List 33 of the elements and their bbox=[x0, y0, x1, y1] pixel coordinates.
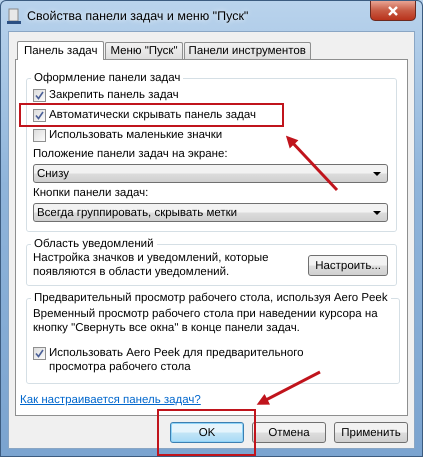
checkbox[interactable] bbox=[33, 89, 46, 102]
tab[interactable]: Панели инструментов bbox=[184, 42, 311, 59]
checkbox-label: Закрепить панель задач bbox=[49, 88, 179, 102]
checkbox[interactable] bbox=[33, 347, 46, 360]
description-text: Временный просмотр рабочего стола при наведении курсора на кнопку "Свернуть все окна" в конце панели задач. bbox=[33, 307, 379, 335]
checkbox-label: Использовать Aero Peek для предварительного просмотра рабочего стола bbox=[49, 346, 305, 374]
checkbox[interactable] bbox=[33, 129, 46, 142]
dialog-button[interactable]: Отмена bbox=[252, 422, 326, 443]
checkbox-label: Использовать маленькие значки bbox=[49, 128, 222, 142]
annotation-arrow bbox=[256, 370, 321, 405]
group-title: Оформление панели задач bbox=[33, 71, 182, 85]
field-label: Кнопки панели задач: bbox=[33, 186, 150, 200]
window-icon bbox=[7, 8, 21, 24]
caret-icon bbox=[373, 172, 381, 176]
annotation-arrow bbox=[286, 136, 338, 192]
close-button[interactable] bbox=[370, 1, 416, 21]
group-title: Область уведомлений bbox=[33, 237, 155, 251]
tab[interactable]: Панель задач bbox=[17, 41, 104, 60]
checkbox-label: Автоматически скрывать панель задач bbox=[49, 108, 256, 122]
window-title: Свойства панели задач и меню "Пуск" bbox=[27, 9, 250, 23]
customize-button[interactable]: Настроить... bbox=[308, 254, 388, 276]
dialog-button[interactable]: OK bbox=[170, 422, 244, 443]
tab[interactable]: Меню "Пуск" bbox=[105, 42, 183, 59]
dialog-button[interactable]: Применить bbox=[334, 422, 408, 443]
description-text: Настройка значков и уведомлений, которые появляются в области уведомлений. bbox=[33, 251, 270, 279]
close-icon bbox=[387, 6, 399, 16]
checkbox[interactable] bbox=[33, 109, 46, 122]
help-link[interactable]: Как настраивается панель задач? bbox=[20, 393, 201, 407]
dropdown[interactable]: Всегда группировать, скрывать метки bbox=[33, 203, 388, 222]
caret-icon bbox=[373, 210, 381, 214]
group-title: Предварительный просмотр рабочего стола, используя Aero Peek bbox=[33, 291, 389, 305]
dropdown[interactable]: Снизу bbox=[33, 164, 388, 183]
field-label: Положение панели задач на экране: bbox=[33, 147, 229, 161]
